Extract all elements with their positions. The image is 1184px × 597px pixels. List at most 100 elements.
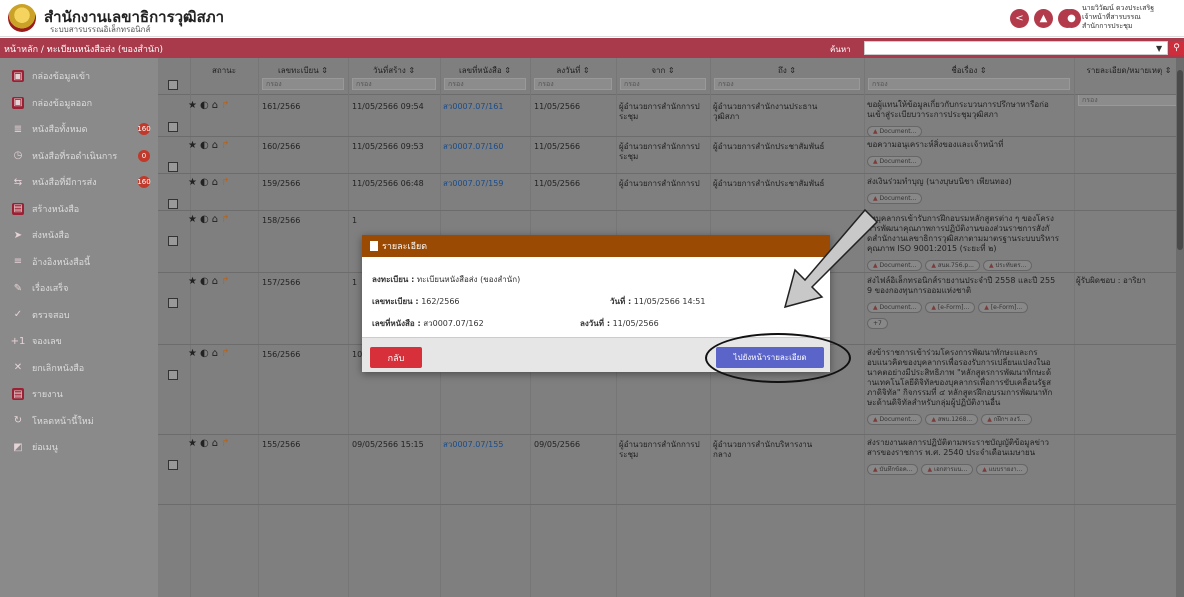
forward-icon[interactable]: ↱ bbox=[221, 140, 229, 151]
forward-icon[interactable]: ↱ bbox=[221, 276, 229, 287]
row-checkbox[interactable] bbox=[168, 199, 178, 209]
column-filter-input[interactable]: กรอง bbox=[534, 78, 612, 90]
star-icon[interactable]: ★ bbox=[188, 140, 197, 151]
forward-icon[interactable]: ↱ bbox=[221, 177, 229, 188]
lock-icon[interactable]: ⌂ bbox=[212, 100, 218, 111]
reg-no-label: เลขทะเบียน : bbox=[372, 297, 419, 306]
column-header[interactable]: ถึง ⇕ bbox=[710, 64, 864, 77]
sidebar-item-9[interactable]: ✓ ตรวจสอบ bbox=[0, 302, 158, 328]
forward-icon[interactable]: ↱ bbox=[221, 214, 229, 225]
attachment-chip[interactable]: ▲ Document... bbox=[867, 414, 923, 425]
search-dropdown-icon[interactable]: ▼ bbox=[1156, 44, 1162, 53]
sidebar-item-10[interactable]: +1 จองเลข bbox=[0, 328, 158, 354]
back-button[interactable]: กลับ bbox=[370, 347, 422, 368]
column-header[interactable]: รายละเอียด/หมายเหตุ ⇕ bbox=[1074, 64, 1184, 77]
lock-icon[interactable]: ⌂ bbox=[212, 140, 218, 151]
sidebar-item-1[interactable]: ▣ กล่องข้อมูลออก bbox=[0, 90, 158, 116]
share-icon[interactable]: < bbox=[1010, 9, 1029, 28]
row-checkbox[interactable] bbox=[168, 122, 178, 132]
attachment-chip[interactable]: ▲ Document... bbox=[867, 156, 923, 167]
search-icon[interactable]: ⚲ bbox=[1169, 41, 1184, 55]
document-number-link[interactable]: สว0007.07/159 bbox=[443, 179, 503, 189]
bell-icon[interactable]: ▲ bbox=[1034, 9, 1053, 28]
column-filter-input[interactable]: กรอง bbox=[868, 78, 1070, 90]
lock-icon[interactable]: ⌂ bbox=[212, 214, 218, 225]
column-header[interactable]: ลงวันที่ ⇕ bbox=[530, 64, 616, 77]
forward-icon[interactable]: ↱ bbox=[221, 100, 229, 111]
user-info[interactable]: นายวิวัฒน์ ดวงประเสริฐ เจ้าหน้าที่สารบรร… bbox=[1082, 4, 1182, 31]
document-number-link[interactable]: สว0007.07/161 bbox=[443, 102, 503, 112]
clock-icon[interactable]: ◐ bbox=[200, 438, 209, 449]
row-checkbox[interactable] bbox=[168, 236, 178, 246]
select-all-checkbox[interactable] bbox=[168, 80, 178, 90]
clock-icon[interactable]: ◐ bbox=[200, 214, 209, 225]
forward-icon[interactable]: ↱ bbox=[221, 348, 229, 359]
sidebar-item-5[interactable]: ▤ สร้างหนังสือ bbox=[0, 196, 158, 222]
sidebar-item-4[interactable]: ⇆ หนังสือที่มีการส่ง 160 bbox=[0, 169, 158, 195]
column-filter-input[interactable]: กรอง bbox=[714, 78, 860, 90]
row-checkbox[interactable] bbox=[168, 162, 178, 172]
attachment-chip[interactable]: ▲ เอกสารแน... bbox=[921, 464, 974, 475]
attachment-chip[interactable]: ▲ Document... bbox=[867, 260, 923, 271]
sidebar-item-14[interactable]: ◩ ย่อเมนู bbox=[0, 434, 158, 460]
attachment-chip[interactable]: ▲ ประทับตร... bbox=[982, 260, 1033, 271]
forward-icon[interactable]: ↱ bbox=[221, 438, 229, 449]
user-icon[interactable]: ● bbox=[1062, 9, 1081, 28]
sidebar-item-6[interactable]: ➤ ส่งหนังสือ bbox=[0, 222, 158, 248]
column-header[interactable]: สถานะ bbox=[190, 64, 258, 77]
column-header[interactable]: จาก ⇕ bbox=[616, 64, 710, 77]
attachment-chip[interactable]: ▲ Document... bbox=[867, 302, 923, 313]
row-checkbox[interactable] bbox=[168, 370, 178, 380]
clock-icon[interactable]: ◐ bbox=[200, 100, 209, 111]
sidebar-item-3[interactable]: ◷ หนังสือที่รอดำเนินการ 0 bbox=[0, 143, 158, 169]
sidebar-item-8[interactable]: ✎ เรื่องเสร็จ bbox=[0, 275, 158, 301]
attachment-chip[interactable]: ▲ [e-Form]... bbox=[978, 302, 1029, 313]
column-filter-input[interactable]: กรอง bbox=[262, 78, 344, 90]
star-icon[interactable]: ★ bbox=[188, 100, 197, 111]
to-text: ผู้อำนวยการสำนักบริหารงาน bbox=[713, 440, 813, 449]
document-number-link[interactable]: สว0007.07/160 bbox=[443, 142, 503, 152]
star-icon[interactable]: ★ bbox=[188, 214, 197, 225]
column-header[interactable]: ชื่อเรื่อง ⇕ bbox=[864, 64, 1074, 77]
search-input[interactable] bbox=[864, 41, 1168, 55]
row-checkbox[interactable] bbox=[168, 298, 178, 308]
attachment-chip[interactable]: ▲ แบบรายงา... bbox=[976, 464, 1029, 475]
clock-icon[interactable]: ◐ bbox=[200, 140, 209, 151]
clock-icon[interactable]: ◐ bbox=[200, 177, 209, 188]
clock-icon[interactable]: ◐ bbox=[200, 276, 209, 287]
column-filter-input[interactable]: กรอง bbox=[444, 78, 526, 90]
star-icon[interactable]: ★ bbox=[188, 348, 197, 359]
attachment-chip[interactable]: ▲ กฝึกฯ ลงวั... bbox=[981, 414, 1032, 425]
document-number-link[interactable]: สว0007.07/155 bbox=[443, 440, 503, 450]
attachment-chip[interactable]: ▲ Document... bbox=[867, 193, 923, 204]
column-header[interactable]: เลขที่หนังสือ ⇕ bbox=[440, 64, 530, 77]
column-header[interactable]: เลขทะเบียน ⇕ bbox=[258, 64, 348, 77]
sidebar-item-12[interactable]: ▤ รายงาน bbox=[0, 381, 158, 407]
sidebar-item-13[interactable]: ↻ โหลดหน้านี้ใหม่ bbox=[0, 408, 158, 434]
star-icon[interactable]: ★ bbox=[188, 177, 197, 188]
attachment-chip[interactable]: ▲ สพบ.1268... bbox=[925, 414, 979, 425]
row-checkbox[interactable] bbox=[168, 460, 178, 470]
sidebar-item-0[interactable]: ▣ กล่องข้อมูลเข้า bbox=[0, 63, 158, 89]
column-filter-input[interactable]: กรอง bbox=[620, 78, 706, 90]
scrollbar-thumb[interactable] bbox=[1177, 70, 1183, 250]
lock-icon[interactable]: ⌂ bbox=[212, 276, 218, 287]
column-filter-input[interactable]: กรอง bbox=[352, 78, 436, 90]
attachment-chip[interactable]: ▲ สนผ.756.p... bbox=[925, 260, 980, 271]
sidebar-item-11[interactable]: ✕ ยกเลิกหนังสือ bbox=[0, 355, 158, 381]
attachment-chip[interactable]: ▲ [e-Form]... bbox=[925, 302, 976, 313]
lock-icon[interactable]: ⌂ bbox=[212, 177, 218, 188]
sidebar-item-2[interactable]: ≣ หนังสือทั้งหมด 160 bbox=[0, 116, 158, 142]
lock-icon[interactable]: ⌂ bbox=[212, 348, 218, 359]
column-header[interactable]: วันที่สร้าง ⇕ bbox=[348, 64, 440, 77]
sidebar-item-7[interactable]: ≡ อ้างอิงหนังสือนี้ bbox=[0, 249, 158, 275]
more-attachments-button[interactable]: +7 bbox=[867, 318, 888, 329]
star-icon[interactable]: ★ bbox=[188, 438, 197, 449]
clock-icon[interactable]: ◐ bbox=[200, 348, 209, 359]
column-filter-input[interactable]: กรอง bbox=[1078, 94, 1180, 106]
attachment-chip[interactable]: ▲ Document... bbox=[867, 126, 923, 137]
star-icon[interactable]: ★ bbox=[188, 276, 197, 287]
lock-icon[interactable]: ⌂ bbox=[212, 438, 218, 449]
attachment-chip[interactable]: ▲ บันทึกข้อค... bbox=[867, 464, 919, 475]
breadcrumb[interactable]: หน้าหลัก / ทะเบียนหนังสือส่ง (ของสำนัก) bbox=[4, 42, 163, 56]
